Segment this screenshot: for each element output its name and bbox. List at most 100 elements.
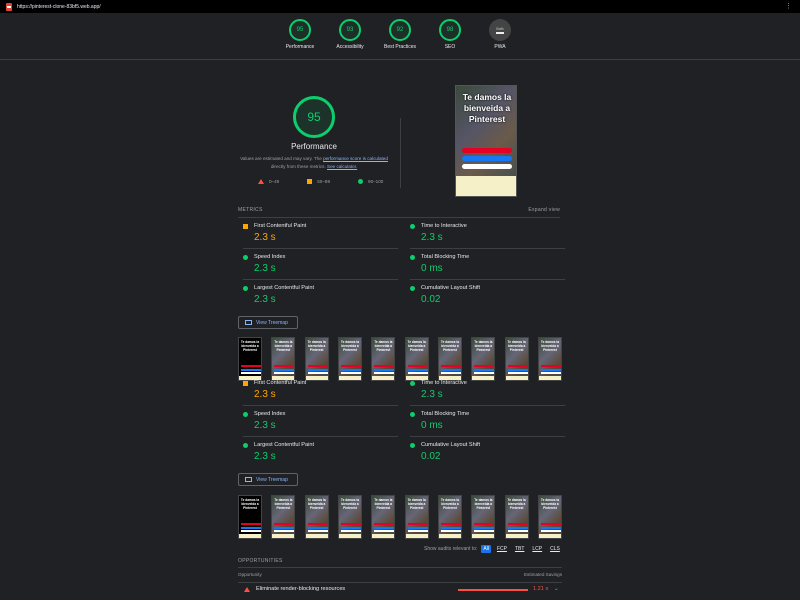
- filter-chip-all[interactable]: All: [481, 545, 491, 553]
- filter-chip-cls[interactable]: CLS: [548, 545, 562, 553]
- score-legend: 0–49 50–89 90–100: [258, 179, 383, 184]
- pass-circle-icon: [410, 411, 415, 417]
- divider: [238, 217, 560, 218]
- score-calculated-link[interactable]: performance score is calculated: [323, 156, 388, 161]
- filter-chip-tbt[interactable]: TBT: [513, 545, 526, 553]
- fail-triangle-icon: [244, 586, 250, 592]
- metrics-title: METRICS: [238, 207, 263, 213]
- pwa-badge-text: Both: [496, 26, 504, 31]
- filmstrip-frame: Te damos la bienveida a Pinterest: [304, 495, 329, 539]
- metric-label: Cumulative Layout Shift: [421, 442, 481, 448]
- metric-value: 0 ms: [421, 263, 443, 274]
- desc-text: Values are estimated and may vary. The: [240, 156, 324, 161]
- filmstrip: Te damos la bienveida a Pinterest Te dam…: [238, 337, 562, 381]
- filmstrip-frame: Te damos la bienveida a Pinterest: [304, 337, 329, 381]
- metric-fcp: First Contentful Paint 2.3 s: [243, 223, 398, 249]
- metric-tbt: Total Blocking Time 0 ms: [410, 411, 565, 437]
- lighthouse-icon: [6, 2, 12, 11]
- metrics-header: METRICS Expand view: [238, 207, 560, 213]
- page-url[interactable]: https://pinterest-clone-83bf5.web.app/: [17, 4, 101, 10]
- metric-lcp: Largest Contentful Paint 2.3 s: [243, 442, 393, 462]
- average-square-icon: [307, 179, 313, 184]
- metric-value: 2.3 s: [254, 451, 276, 462]
- chevron-down-icon[interactable]: ⌄: [554, 586, 559, 592]
- filmstrip-frame: Te damos la bienveida a Pinterest: [471, 337, 496, 381]
- metric-label: Largest Contentful Paint: [254, 285, 315, 291]
- scores-summary: 95 Performance 93 Accessibility 92 Best …: [0, 13, 800, 60]
- see-calculator-link[interactable]: See calculator.: [327, 164, 357, 169]
- view-treemap-button[interactable]: View Treemap: [238, 316, 298, 329]
- address-bar: https://pinterest-clone-83bf5.web.app/ ⋮: [0, 0, 800, 13]
- metric-label: Time to Interactive: [421, 223, 467, 229]
- divider: [400, 118, 401, 188]
- metric-value: 2.3 s: [254, 263, 276, 274]
- treemap-label: View Treemap: [256, 319, 288, 326]
- metric-value: 2.3 s: [254, 232, 276, 243]
- best-practices-gauge: 92: [389, 19, 411, 41]
- metric-label: Speed Index: [254, 411, 286, 417]
- performance-title: Performance: [291, 142, 337, 151]
- filter-chip-fcp[interactable]: FCP: [495, 545, 509, 553]
- filmstrip-frame: Te damos la bienveida a Pinterest: [271, 495, 296, 539]
- opportunities-title: OPPORTUNITIES: [238, 558, 283, 564]
- expand-view-toggle[interactable]: Expand view: [528, 207, 560, 213]
- pwa-dash-icon: [496, 31, 504, 34]
- metric-label: First Contentful Paint: [254, 380, 307, 386]
- performance-gauge: 95: [293, 96, 335, 138]
- pass-circle-icon: [410, 442, 415, 448]
- pass-circle-icon: [410, 254, 415, 260]
- fail-triangle-icon: [258, 179, 264, 184]
- filmstrip-frame: Te damos la bienveida a Pinterest: [437, 495, 462, 539]
- filmstrip-frame: Te damos la bienveida a Pinterest: [404, 337, 429, 381]
- legend-label: 90–100: [368, 179, 384, 184]
- more-menu-icon[interactable]: ⋮: [785, 2, 792, 10]
- screenshot-white-button: [462, 164, 512, 169]
- opportunity-row[interactable]: Eliminate render-blocking resources 1.21…: [238, 586, 562, 592]
- savings-value: 1.21 s: [533, 586, 549, 592]
- metric-lcp: Largest Contentful Paint 2.3 s: [243, 285, 393, 305]
- pass-circle-icon: [243, 442, 248, 448]
- filmstrip-frame: Te damos la bienveida a Pinterest: [337, 337, 362, 381]
- metric-tti: Time to Interactive 2.3 s: [410, 223, 565, 249]
- savings-column: Estimated Savings: [523, 572, 562, 577]
- legend-label: 0–49: [269, 179, 280, 184]
- metric-value: 2.3 s: [254, 389, 276, 400]
- pass-circle-icon: [410, 380, 415, 386]
- screenshot-red-button: [462, 148, 512, 153]
- performance-gauge-small: 95: [289, 19, 311, 41]
- filmstrip-frame: Te damos la bienveida a Pinterest: [504, 495, 529, 539]
- metric-value: 2.3 s: [421, 232, 443, 243]
- opportunities-columns: Opportunity Estimated Savings: [238, 572, 562, 577]
- metric-cls: Cumulative Layout Shift 0.02: [410, 442, 560, 462]
- filmstrip-frame: Te damos la bienveida a Pinterest: [271, 337, 296, 381]
- opportunity-column: Opportunity: [238, 572, 262, 577]
- opportunity-label: Eliminate render-blocking resources: [256, 586, 346, 592]
- pwa-badge: Both: [489, 19, 511, 41]
- filter-chip-lcp[interactable]: LCP: [530, 545, 544, 553]
- metric-fcp: First Contentful Paint 2.3 s: [243, 380, 398, 406]
- filmstrip-frame: Te damos la bienveida a Pinterest: [537, 337, 562, 381]
- metric-value: 0.02: [421, 294, 441, 305]
- filmstrip-frame: Te damos la bienveida a Pinterest: [437, 337, 462, 381]
- legend-fail: 0–49: [258, 179, 279, 184]
- metric-tbt: Total Blocking Time 0 ms: [410, 254, 565, 280]
- metric-value: 2.3 s: [254, 420, 276, 431]
- final-screenshot[interactable]: Te damos la bienveida a Pinterest: [455, 85, 517, 197]
- filmstrip-frame: Te damos la bienveida a Pinterest: [238, 337, 262, 381]
- filter-label: Show audits relevant to:: [424, 546, 478, 552]
- divider: [238, 567, 562, 568]
- seo-gauge: 98: [439, 19, 461, 41]
- metric-speed-index: Speed Index 2.3 s: [243, 411, 398, 437]
- metric-value: 2.3 s: [421, 389, 443, 400]
- view-treemap-button[interactable]: View Treemap: [238, 473, 298, 486]
- filmstrip-frame: Te damos la bienveida a Pinterest: [537, 495, 562, 539]
- metric-speed-index: Speed Index 2.3 s: [243, 254, 398, 280]
- screenshot-footer: [456, 176, 516, 196]
- summary-label: PWA: [494, 44, 506, 50]
- savings-bar: [458, 589, 528, 591]
- audit-filter: Show audits relevant to: All FCP TBT LCP…: [424, 545, 562, 553]
- summary-pwa[interactable]: Both PWA: [470, 19, 530, 50]
- report-main: 95 Performance Values are estimated and …: [0, 60, 800, 600]
- screenshot-heading: Te damos la bienveida a Pinterest: [462, 92, 512, 124]
- desc-text: directly from these metrics.: [270, 164, 328, 169]
